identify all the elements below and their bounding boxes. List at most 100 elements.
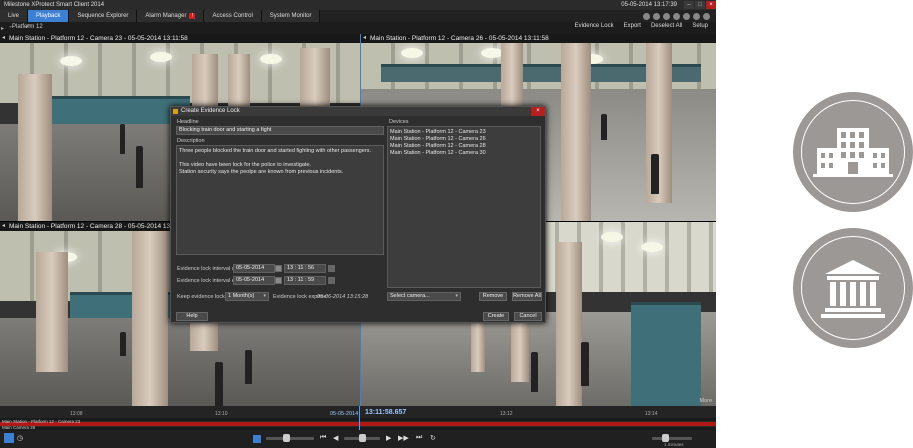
repeat-icon[interactable]: ↻ bbox=[430, 434, 436, 442]
speed-slider-knob[interactable] bbox=[283, 434, 290, 442]
end-time-input[interactable]: 13 : 11 : 59 bbox=[284, 276, 326, 285]
tab-live[interactable]: Live bbox=[0, 10, 29, 22]
recording-bar bbox=[0, 422, 716, 426]
end-calendar-icon[interactable] bbox=[275, 277, 282, 284]
zoom-label: 1 minutes bbox=[664, 442, 684, 447]
scene-light bbox=[641, 242, 663, 252]
app-title: Milestone XProtect Smart Client 2014 bbox=[4, 2, 105, 8]
lock-expires-value: 05-06-2014 13:15:28 bbox=[317, 294, 369, 300]
start-time-spinner-icon[interactable] bbox=[328, 265, 335, 272]
scene-pillar bbox=[556, 242, 582, 406]
jog-slider-knob[interactable] bbox=[359, 434, 366, 442]
create-button[interactable]: Create bbox=[483, 312, 509, 321]
timeline-camera-label: Main Station - Platform 12 - Camera 23 bbox=[2, 419, 81, 424]
scene-pillar bbox=[561, 43, 591, 221]
logout-icon[interactable] bbox=[703, 12, 710, 20]
timeline-current-time: 13:11:58.657 bbox=[365, 409, 407, 416]
smart-client-window: Milestone XProtect Smart Client 2014 05-… bbox=[0, 0, 716, 448]
back-icon[interactable] bbox=[643, 12, 650, 20]
scene-light bbox=[481, 48, 503, 58]
maximize-icon[interactable]: □ bbox=[695, 1, 705, 9]
scene-light bbox=[601, 232, 623, 242]
scene-pillar bbox=[36, 252, 68, 372]
create-evidence-lock-dialog: Create Evidence Lock × Headline Blocking… bbox=[170, 106, 546, 323]
remove-button[interactable]: Remove bbox=[479, 292, 507, 301]
skip-start-icon[interactable]: ⏮ bbox=[320, 434, 326, 442]
toolbar-icons bbox=[643, 12, 716, 20]
start-calendar-icon[interactable] bbox=[275, 265, 282, 272]
menu-deselect-all[interactable]: Deselect All bbox=[651, 23, 682, 29]
select-camera-dropdown[interactable]: Select camera... bbox=[387, 292, 461, 301]
description-textarea[interactable]: Three people blocked the train door and … bbox=[176, 145, 384, 255]
device-item[interactable]: Main Station - Platform 12 - Camera 28 bbox=[390, 143, 538, 150]
end-date-input[interactable]: 05-05-2014 bbox=[233, 276, 275, 285]
timespan-icon[interactable] bbox=[253, 435, 261, 443]
title-bar: Milestone XProtect Smart Client 2014 05-… bbox=[0, 0, 716, 10]
start-time-input[interactable]: 13 : 11 : 56 bbox=[284, 264, 326, 273]
menu-export[interactable]: Export bbox=[624, 23, 641, 29]
help-button[interactable]: Help bbox=[176, 312, 208, 321]
playback-controls: ◷ ⏮ ◀ ▶ ▶▶ ⏭ ↻ 1 minutes bbox=[0, 430, 716, 448]
scene-pillar bbox=[132, 231, 168, 406]
lock-icon bbox=[173, 109, 178, 114]
forward-icon[interactable] bbox=[653, 12, 660, 20]
tab-access-control[interactable]: Access Control bbox=[204, 10, 262, 22]
remove-all-button[interactable]: Remove All bbox=[512, 292, 542, 301]
menu-evidence-lock[interactable]: Evidence Lock bbox=[575, 23, 614, 29]
headline-label: Headline bbox=[177, 119, 199, 125]
menu-setup[interactable]: Setup bbox=[692, 23, 708, 29]
scene-pillar bbox=[646, 43, 672, 203]
clock-icon[interactable]: ◷ bbox=[17, 434, 23, 442]
settings-icon[interactable] bbox=[693, 12, 700, 20]
skip-end-icon[interactable]: ⏭ bbox=[416, 434, 422, 442]
step-back-icon[interactable]: ◀ bbox=[333, 434, 338, 442]
dialog-title-bar: Create Evidence Lock × bbox=[171, 107, 545, 116]
speed-slider[interactable] bbox=[266, 437, 314, 440]
minimize-icon[interactable]: – bbox=[684, 1, 694, 9]
cancel-button[interactable]: Cancel bbox=[514, 312, 542, 321]
devices-list[interactable]: Main Station - Platform 12 - Camera 23 M… bbox=[387, 126, 541, 288]
tab-playback[interactable]: Playback bbox=[28, 10, 70, 22]
device-item[interactable]: Main Station - Platform 12 - Camera 30 bbox=[390, 150, 538, 157]
description-label: Description bbox=[177, 138, 205, 144]
playback-mode-icon[interactable] bbox=[4, 433, 14, 443]
zoom-slider[interactable] bbox=[652, 437, 692, 440]
scene-light bbox=[60, 56, 82, 66]
scene-person bbox=[581, 342, 589, 386]
scene-person bbox=[120, 332, 126, 356]
scene-person bbox=[215, 362, 223, 406]
timeline-tick: 13:12 bbox=[500, 411, 513, 417]
play-icon[interactable]: ▶ bbox=[386, 434, 391, 442]
scene-light bbox=[150, 52, 172, 62]
camera-arrow-icon: ◂ bbox=[363, 35, 367, 41]
scene-person bbox=[245, 350, 252, 384]
start-date-input[interactable]: 05-05-2014 bbox=[233, 264, 275, 273]
main-tabs: Live Playback Sequence Explorer Alarm Ma… bbox=[0, 10, 716, 22]
device-item[interactable]: Main Station - Platform 12 - Camera 23 bbox=[390, 129, 538, 136]
status-icon[interactable] bbox=[673, 12, 680, 20]
government-building-icon bbox=[821, 260, 885, 318]
view-menus: Evidence Lock Export Deselect All Setup bbox=[575, 23, 708, 29]
help-icon[interactable] bbox=[683, 12, 690, 20]
scene-pillar bbox=[18, 74, 52, 221]
tab-system-monitor[interactable]: System Monitor bbox=[261, 10, 321, 22]
camera-title: ◂ Main Station - Platform 12 - Camera 26 … bbox=[361, 34, 716, 43]
fullscreen-icon[interactable] bbox=[663, 12, 670, 20]
timeline-date: 05-05-2014 bbox=[330, 411, 359, 417]
scene-light bbox=[401, 48, 423, 58]
step-forward-icon[interactable]: ▶▶ bbox=[398, 434, 409, 442]
headline-input[interactable]: Blocking train door and starting a fight bbox=[176, 126, 384, 135]
timeline-tick: 13:08 bbox=[70, 411, 83, 417]
keep-lock-select[interactable]: 1 Month(s) bbox=[225, 292, 269, 301]
tab-alarm-manager[interactable]: Alarm Manager! bbox=[137, 10, 205, 22]
scene-person bbox=[531, 352, 538, 392]
device-item[interactable]: Main Station - Platform 12 - Camera 26 bbox=[390, 136, 538, 143]
zoom-slider-knob[interactable] bbox=[662, 434, 669, 442]
scene-person bbox=[651, 154, 659, 194]
dialog-close-icon[interactable]: × bbox=[531, 107, 545, 116]
tab-sequence-explorer[interactable]: Sequence Explorer bbox=[69, 10, 138, 22]
close-icon[interactable]: × bbox=[706, 1, 716, 9]
timeline-tick: 13:14 bbox=[645, 411, 658, 417]
more-menu[interactable]: More bbox=[699, 398, 712, 404]
end-time-spinner-icon[interactable] bbox=[328, 277, 335, 284]
